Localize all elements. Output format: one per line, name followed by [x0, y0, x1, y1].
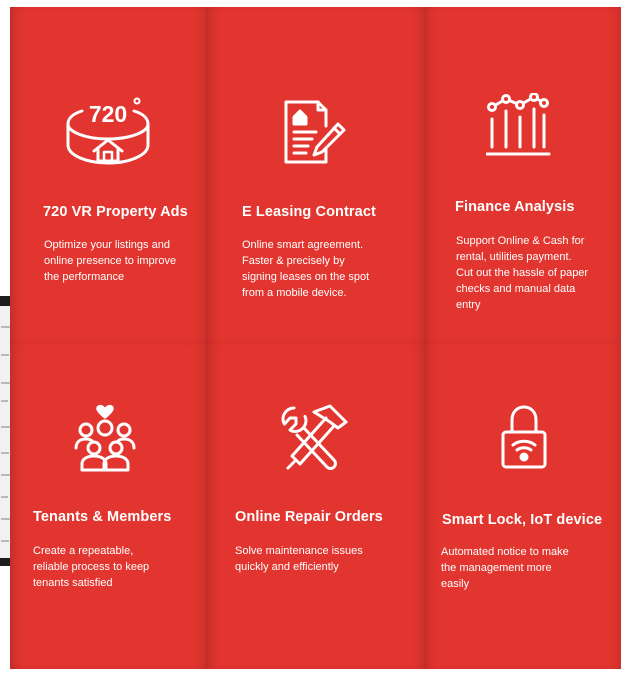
feature-description: Optimize your listings and online presen…: [44, 237, 176, 285]
description-line: tenants satisfied: [33, 577, 113, 589]
text-line: [1, 382, 10, 384]
description-line: reliable process to keep: [33, 561, 150, 573]
description-line: easily: [441, 578, 470, 590]
feature-title: Tenants & Members: [33, 509, 172, 525]
feature-title: Smart Lock, IoT device: [442, 512, 603, 528]
description-line: the management more: [441, 562, 552, 574]
feature-card-repair: Online Repair Orders Solve maintenance i…: [206, 342, 424, 669]
description-line: Optimize your listings and: [44, 239, 170, 251]
feature-description: Automated notice to make the management …: [441, 544, 569, 592]
text-line: [1, 426, 10, 428]
finance-chart-icon: [486, 93, 552, 159]
smart-lock-icon: [500, 404, 548, 470]
feature-card-smart-lock: Smart Lock, IoT device Automated notice …: [424, 342, 621, 669]
feature-title: Finance Analysis: [455, 199, 575, 215]
description-line: Solve maintenance issues: [235, 545, 363, 557]
vr-720-label: 720: [89, 101, 127, 127]
text-line: [1, 518, 10, 520]
description-line: Automated notice to make: [441, 546, 569, 558]
description-line: Faster & precisely by: [242, 255, 345, 267]
description-line: from a mobile device.: [242, 287, 347, 299]
description-line: signing leases on the spot: [242, 271, 370, 283]
repair-tools-icon: [280, 404, 350, 472]
feature-description: Support Online & Cash for rental, utilit…: [456, 233, 588, 313]
feature-title: E Leasing Contract: [242, 204, 376, 220]
description-line: Support Online & Cash for: [456, 235, 585, 247]
feature-title: 720 VR Property Ads: [43, 204, 188, 220]
feature-description: Online smart agreement. Faster & precise…: [242, 237, 369, 301]
description-line: quickly and efficiently: [235, 561, 339, 573]
description-line: checks and manual data: [456, 283, 576, 295]
vr-720-house-icon: 720: [66, 97, 150, 165]
description-line: rental, utilities payment.: [456, 251, 572, 263]
text-line: [1, 326, 10, 328]
description-line: entry: [456, 299, 481, 311]
description-line: Cut out the hassle of paper: [456, 267, 589, 279]
contract-document-icon: [282, 100, 348, 166]
feature-title: Online Repair Orders: [235, 509, 383, 525]
feature-description: Solve maintenance issues quickly and eff…: [235, 543, 363, 575]
text-line: [1, 354, 9, 356]
feature-card-e-leasing: E Leasing Contract Online smart agreemen…: [206, 7, 424, 342]
feature-card-finance: Finance Analysis Support Online & Cash f…: [424, 7, 621, 342]
description-line: the performance: [44, 271, 125, 283]
members-group-icon: [70, 404, 140, 474]
feature-card-tenants: Tenants & Members Create a repeatable, r…: [10, 342, 206, 669]
text-line: [1, 496, 8, 498]
text-line: [1, 474, 10, 476]
text-line: [1, 400, 8, 402]
description-line: Online smart agreement.: [242, 239, 364, 251]
text-line: [1, 540, 9, 542]
feature-description: Create a repeatable, reliable process to…: [33, 543, 149, 591]
description-line: Create a repeatable,: [33, 545, 134, 557]
text-line: [1, 452, 9, 454]
description-line: online presence to improve: [44, 255, 177, 267]
feature-card-vr-ads: 720 720 VR Property Ads Optimize your li…: [10, 7, 206, 342]
